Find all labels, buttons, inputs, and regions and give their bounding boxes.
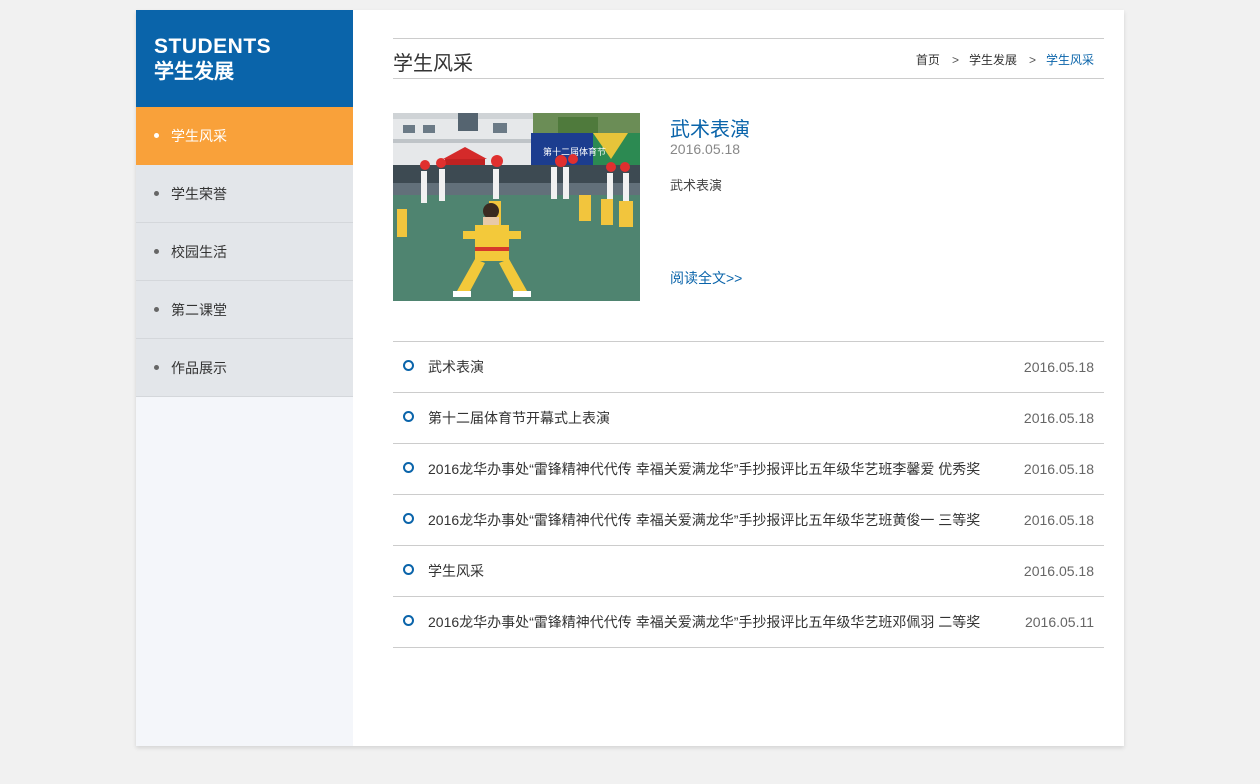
sidebar-item-label: 学生风采 xyxy=(171,128,227,144)
sidebar-item-works-display[interactable]: 作品展示 xyxy=(136,339,353,397)
news-title[interactable]: 第十二届体育节开幕式上表演 xyxy=(428,393,610,443)
sidebar-heading-cn: 学生发展 xyxy=(154,61,234,83)
news-item[interactable]: 2016龙华办事处“雷锋精神代代传 幸福关爱满龙华”手抄报评比五年级华艺班李馨爱… xyxy=(393,444,1104,495)
sidebar-item-label: 作品展示 xyxy=(171,360,227,376)
sidebar-item-campus-life[interactable]: 校园生活 xyxy=(136,223,353,281)
page-title: 学生风采 xyxy=(393,53,473,75)
news-item[interactable]: 武术表演 2016.05.18 xyxy=(393,342,1104,393)
sidebar-item-label: 校园生活 xyxy=(171,244,227,260)
breadcrumb: 首页 > 学生发展 > 学生风采 xyxy=(916,51,1094,68)
news-title[interactable]: 2016龙华办事处“雷锋精神代代传 幸福关爱满龙华”手抄报评比五年级华艺班李馨爱… xyxy=(428,444,980,494)
news-title[interactable]: 2016龙华办事处“雷锋精神代代传 幸福关爱满龙华”手抄报评比五年级华艺班邓佩羽… xyxy=(428,597,980,647)
breadcrumb-separator: > xyxy=(1028,53,1036,67)
sidebar-item-student-honors[interactable]: 学生荣誉 xyxy=(136,165,353,223)
news-title[interactable]: 2016龙华办事处“雷锋精神代代传 幸福关爱满龙华”手抄报评比五年级华艺班黄俊一… xyxy=(428,495,980,545)
news-item[interactable]: 第十二届体育节开幕式上表演 2016.05.18 xyxy=(393,393,1104,444)
bullet-icon xyxy=(154,307,159,312)
news-date: 2016.05.18 xyxy=(1023,563,1094,579)
news-date: 2016.05.18 xyxy=(1023,410,1094,426)
news-title[interactable]: 武术表演 xyxy=(428,342,484,392)
breadcrumb-current[interactable]: 学生风采 xyxy=(1046,53,1094,67)
bullet-icon xyxy=(154,249,159,254)
sidebar-item-student-style[interactable]: 学生风采 xyxy=(136,107,353,165)
news-date: 2016.05.18 xyxy=(1023,461,1094,477)
circle-bullet-icon xyxy=(403,615,414,626)
breadcrumb-home-link[interactable]: 首页 xyxy=(916,53,940,67)
news-date: 2016.05.11 xyxy=(1024,614,1094,630)
sidebar-header: STUDENTS 学生发展 xyxy=(136,10,353,107)
news-item[interactable]: 2016龙华办事处“雷锋精神代代传 幸福关爱满龙华”手抄报评比五年级华艺班邓佩羽… xyxy=(393,597,1104,648)
breadcrumb-student-development-link[interactable]: 学生发展 xyxy=(969,53,1017,67)
featured-title[interactable]: 武术表演 xyxy=(670,113,750,142)
sidebar-item-second-classroom[interactable]: 第二课堂 xyxy=(136,281,353,339)
circle-bullet-icon xyxy=(403,513,414,524)
circle-bullet-icon xyxy=(403,564,414,575)
featured-image[interactable]: 第十二届体育节 xyxy=(393,113,640,301)
sidebar: STUDENTS 学生发展 学生风采 学生荣誉 校园生活 第二课堂 作品展示 xyxy=(136,10,353,746)
featured-summary: 武术表演 xyxy=(670,178,723,193)
bullet-icon xyxy=(154,191,159,196)
sidebar-heading-en: STUDENTS xyxy=(154,35,272,58)
circle-bullet-icon xyxy=(403,360,414,371)
news-item[interactable]: 2016龙华办事处“雷锋精神代代传 幸福关爱满龙华”手抄报评比五年级华艺班黄俊一… xyxy=(393,495,1104,546)
news-date: 2016.05.18 xyxy=(1023,512,1094,528)
featured-date: 2016.05.18 xyxy=(670,141,741,157)
breadcrumb-separator: > xyxy=(951,53,959,67)
news-date: 2016.05.18 xyxy=(1023,359,1094,375)
circle-bullet-icon xyxy=(403,411,414,422)
title-bar: 学生风采 首页 > 学生发展 > 学生风采 xyxy=(393,38,1104,79)
news-list: 武术表演 2016.05.18 第十二届体育节开幕式上表演 2016.05.18… xyxy=(393,341,1104,648)
news-title[interactable]: 学生风采 xyxy=(428,546,484,596)
bullet-icon xyxy=(154,365,159,370)
circle-bullet-icon xyxy=(403,462,414,473)
sidebar-item-label: 第二课堂 xyxy=(171,302,227,318)
bullet-icon xyxy=(154,133,159,138)
sidebar-item-label: 学生荣誉 xyxy=(171,186,227,202)
read-more-link[interactable]: 阅读全文>> xyxy=(670,268,742,288)
news-item[interactable]: 学生风采 2016.05.18 xyxy=(393,546,1104,597)
page-container: STUDENTS 学生发展 学生风采 学生荣誉 校园生活 第二课堂 作品展示 学… xyxy=(136,10,1124,746)
